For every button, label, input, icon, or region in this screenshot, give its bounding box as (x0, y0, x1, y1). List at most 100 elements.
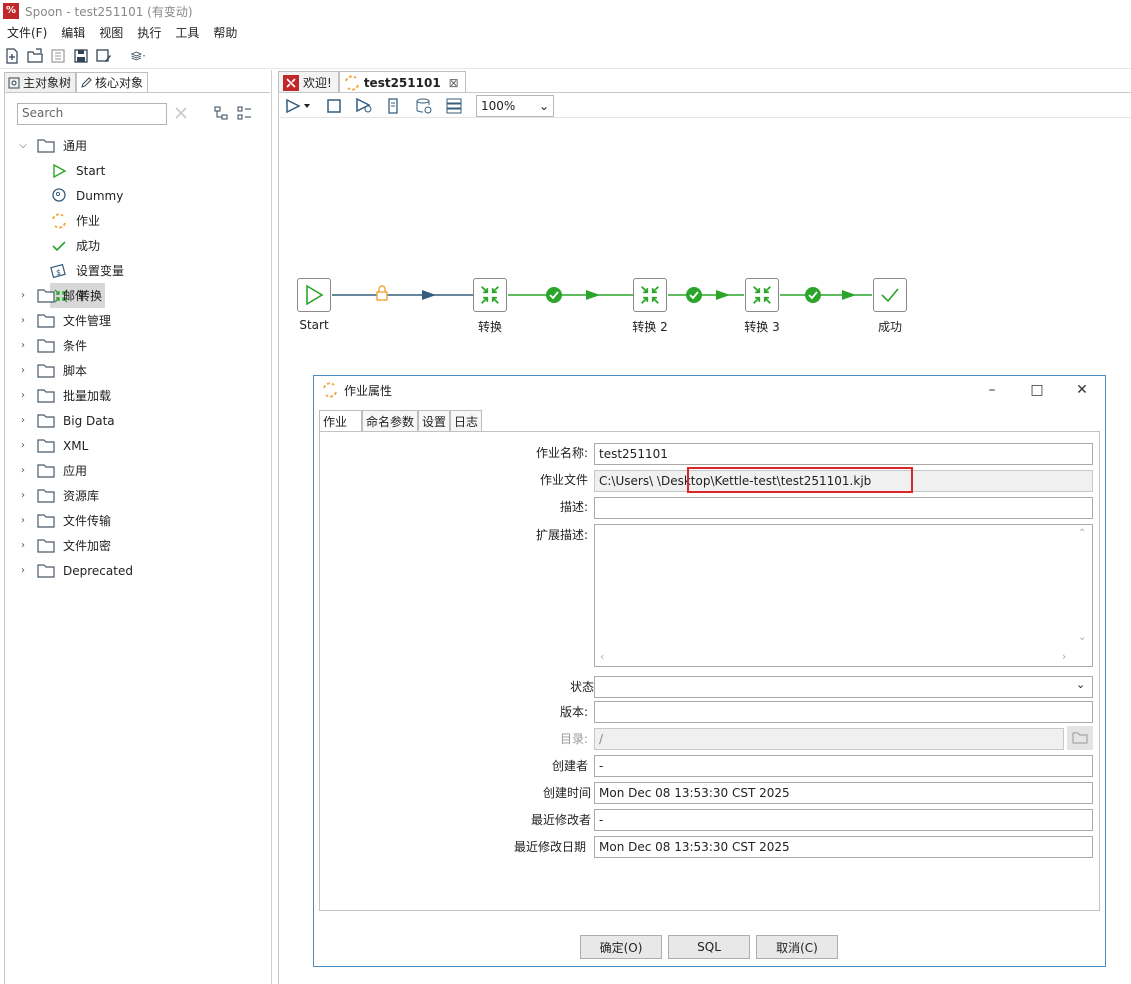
tree-folder-label: 条件 (63, 339, 88, 353)
step-transformation-1[interactable] (473, 278, 507, 312)
tree-folder[interactable]: › 批量加载 (5, 383, 265, 408)
step-start[interactable] (297, 278, 331, 312)
browse-directory-button[interactable] (1067, 726, 1093, 750)
menu-view[interactable]: 视图 (92, 24, 130, 41)
maximize-icon[interactable]: □ (1027, 380, 1047, 400)
close-tab-icon[interactable]: ⊠ (449, 76, 459, 90)
created-by-input[interactable]: - (594, 755, 1093, 777)
modified-date-input[interactable]: Mon Dec 08 13:53:30 CST 2025 (594, 836, 1093, 858)
tree-folder[interactable]: › 应用 (5, 458, 265, 483)
step-label-success: 成功 (877, 320, 902, 334)
close-icon[interactable]: ✕ (1072, 380, 1092, 400)
scroll-left-icon[interactable]: ‹ (600, 650, 604, 663)
tree-folder[interactable]: › Big Data (5, 408, 265, 433)
chevron-right-icon[interactable]: › (17, 540, 29, 551)
explore-repository-icon[interactable] (49, 47, 67, 65)
label-status: 状态 (569, 680, 594, 694)
tree-folder[interactable]: › 邮件 (5, 283, 265, 308)
hop-start-to-trans1[interactable] (332, 285, 473, 301)
hop-trans3-to-success[interactable] (780, 287, 872, 303)
menu-edit[interactable]: 编辑 (54, 24, 92, 41)
database-explorer-icon[interactable] (444, 96, 464, 116)
scroll-right-icon[interactable]: › (1062, 650, 1066, 663)
tab-job[interactable]: 作业 (319, 410, 363, 432)
chevron-down-icon[interactable]: ⌵ (17, 140, 29, 151)
label-job-name: 作业名称: (535, 446, 588, 460)
preview-run-icon[interactable] (354, 96, 374, 116)
stop-icon[interactable] (324, 96, 344, 116)
cancel-button[interactable]: 取消(C) (756, 935, 838, 959)
chevron-right-icon[interactable]: › (17, 315, 29, 326)
chevron-right-icon[interactable]: › (17, 465, 29, 476)
version-input[interactable] (594, 701, 1093, 723)
save-icon[interactable] (72, 47, 90, 65)
step-transformation-2[interactable] (633, 278, 667, 312)
chevron-right-icon[interactable]: › (17, 565, 29, 576)
sql-check-icon[interactable] (414, 96, 434, 116)
scroll-up-icon[interactable]: ⌃ (1078, 528, 1086, 539)
scroll-down-icon[interactable]: ⌄ (1078, 632, 1086, 643)
chevron-right-icon[interactable]: › (17, 440, 29, 451)
tree-item-start[interactable]: Start (5, 158, 265, 183)
zoom-select[interactable]: 100% ⌄ (476, 94, 554, 117)
clear-search-icon[interactable] (173, 105, 189, 121)
created-time-input[interactable]: Mon Dec 08 13:53:30 CST 2025 (594, 782, 1093, 804)
directory-input[interactable]: / (594, 728, 1064, 750)
modified-by-input[interactable]: - (594, 809, 1093, 831)
expand-all-icon[interactable] (213, 105, 229, 124)
tree-item-job[interactable]: 作业 (5, 208, 265, 233)
tree-folder[interactable]: › 脚本 (5, 358, 265, 383)
open-file-icon[interactable] (26, 47, 44, 65)
tree-folder[interactable]: › 文件加密 (5, 533, 265, 558)
tree-item-dummy[interactable]: Dummy (5, 183, 265, 208)
tab-main-tree[interactable]: 主对象树 (4, 72, 77, 92)
hop-trans2-to-trans3[interactable] (668, 287, 744, 303)
tree-folder[interactable]: › 条件 (5, 333, 265, 358)
chevron-right-icon[interactable]: › (17, 490, 29, 501)
tab-core-objects[interactable]: 核心对象 (76, 72, 149, 92)
job-name-input[interactable]: test251101 (594, 443, 1093, 465)
menu-help[interactable]: 帮助 (206, 24, 244, 41)
minimize-icon[interactable]: – (982, 380, 1002, 400)
tree-folder[interactable]: › XML (5, 433, 265, 458)
chevron-right-icon[interactable]: › (17, 515, 29, 526)
success-check-icon (805, 287, 821, 303)
sql-button[interactable]: SQL (668, 935, 750, 959)
transformation-icon (641, 286, 659, 304)
chevron-right-icon[interactable]: › (17, 365, 29, 376)
tree-folder[interactable]: › 资源库 (5, 483, 265, 508)
chevron-right-icon[interactable]: › (17, 340, 29, 351)
chevron-right-icon[interactable]: › (17, 290, 29, 301)
perspective-layers-icon[interactable] (126, 47, 152, 65)
folder-icon (37, 313, 55, 328)
tab-welcome[interactable]: 欢迎! (278, 71, 339, 93)
status-select[interactable] (594, 676, 1093, 698)
tab-test251101[interactable]: test251101 ⊠ (338, 71, 466, 93)
tab-named-params[interactable]: 命名参数 (362, 410, 419, 432)
tree-folder[interactable]: › 文件管理 (5, 308, 265, 333)
ok-button[interactable]: 确定(O) (580, 935, 662, 959)
tab-log[interactable]: 日志 (450, 410, 483, 432)
save-as-icon[interactable] (95, 47, 113, 65)
menu-tools[interactable]: 工具 (168, 24, 206, 41)
step-transformation-3[interactable] (745, 278, 779, 312)
description-input[interactable] (594, 497, 1093, 519)
menu-file[interactable]: 文件(F) (0, 24, 54, 41)
collapse-all-icon[interactable] (237, 105, 253, 124)
chevron-right-icon[interactable]: › (17, 390, 29, 401)
replay-icon[interactable] (384, 96, 404, 116)
chevron-right-icon[interactable]: › (17, 415, 29, 426)
tree-folder[interactable]: › Deprecated (5, 558, 265, 583)
tree-folder[interactable]: › 文件传输 (5, 508, 265, 533)
hop-trans1-to-trans2[interactable] (508, 287, 633, 303)
tree-item-set-variables[interactable]: $ 设置变量 (5, 258, 265, 283)
extended-description-textarea[interactable] (594, 524, 1093, 667)
run-icon[interactable] (284, 96, 314, 116)
search-input[interactable]: Search (17, 103, 167, 125)
tree-item-success[interactable]: 成功 (5, 233, 265, 258)
new-file-icon[interactable] (3, 47, 21, 65)
step-success[interactable] (873, 278, 907, 312)
menu-run[interactable]: 执行 (130, 24, 168, 41)
tree-folder-general[interactable]: ⌵ 通用 (5, 133, 265, 158)
tab-settings[interactable]: 设置 (418, 410, 451, 432)
